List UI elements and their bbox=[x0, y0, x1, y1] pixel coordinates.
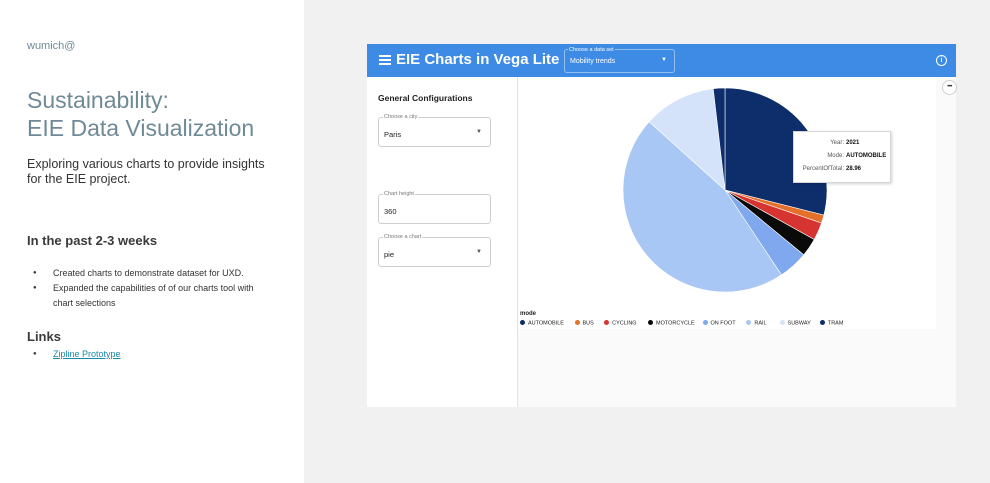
legend-label: ON FOOT bbox=[710, 320, 736, 327]
legend-swatch bbox=[520, 320, 525, 325]
author-label: wumich@ bbox=[27, 40, 76, 52]
config-sidebar: General Configurations Choose a city Par… bbox=[367, 77, 518, 407]
dataset-select-label: Choose a data set bbox=[568, 47, 615, 53]
title-line-1: Sustainability: bbox=[27, 87, 169, 113]
tooltip-year-key: Year: bbox=[830, 140, 844, 146]
app-bar: EIE Charts in Vega Lite Choose a data se… bbox=[367, 44, 956, 77]
legend-swatch bbox=[574, 320, 580, 325]
chart-height-label: Chart height bbox=[383, 191, 415, 197]
section-heading-links: Links bbox=[27, 329, 61, 344]
tooltip-pct-key: PercentOfTotal: bbox=[802, 166, 844, 172]
city-select[interactable]: Choose a city Paris ▼ bbox=[378, 114, 491, 147]
legend-swatch bbox=[648, 320, 653, 325]
legend-item-automobile[interactable]: AUTOMOBILE bbox=[520, 320, 564, 327]
city-select-value: Paris bbox=[384, 130, 402, 139]
title-line-2: EIE Data Visualization bbox=[27, 115, 255, 141]
legend-label: BUS bbox=[582, 320, 594, 327]
legend-item-tram[interactable]: TRAM bbox=[819, 320, 844, 327]
bullet-list: Created charts to demonstrate dataset fo… bbox=[33, 266, 273, 311]
legend-label: RAIL bbox=[754, 320, 767, 327]
chevron-down-icon: ▼ bbox=[476, 129, 482, 135]
legend-item-cycling[interactable]: CYCLING bbox=[604, 320, 637, 327]
legend-item-on-foot[interactable]: ON FOOT bbox=[702, 320, 736, 327]
menu-icon[interactable] bbox=[379, 55, 391, 65]
tooltip-pct-value: 28.96 bbox=[846, 166, 862, 172]
chevron-down-icon: ▼ bbox=[661, 57, 667, 63]
pie-chart bbox=[622, 87, 828, 293]
legend-swatch bbox=[819, 320, 825, 325]
chart-tooltip: Year: 2021 Mode: AUTOMOBILE PercentOfTot… bbox=[793, 131, 891, 183]
dataset-select-value: Mobility trends bbox=[570, 58, 616, 65]
legend-label: AUTOMOBILE bbox=[528, 320, 564, 327]
tooltip-mode-key: Mode: bbox=[827, 153, 844, 159]
chart-height-value: 360 bbox=[384, 207, 397, 216]
slide-subtitle: Exploring various charts to provide insi… bbox=[27, 157, 265, 186]
chart-type-select[interactable]: Choose a chart pie ▼ bbox=[378, 234, 491, 267]
legend-item-subway[interactable]: SUBWAY bbox=[779, 320, 811, 327]
legend-swatch bbox=[779, 320, 785, 325]
chart-height-field[interactable]: Chart height 360 bbox=[378, 191, 491, 224]
bullet-item: Expanded the capabilities of of our char… bbox=[33, 281, 273, 311]
legend-swatch bbox=[604, 320, 610, 325]
legend-swatch bbox=[702, 320, 708, 325]
sidebar-title: General Configurations bbox=[378, 93, 473, 103]
chevron-down-icon: ▼ bbox=[476, 249, 482, 255]
link-item: Zipline Prototype bbox=[33, 347, 273, 362]
legend-item-motorcycle[interactable]: MOTORCYCLE bbox=[648, 320, 695, 327]
section-heading-past: In the past 2-3 weeks bbox=[27, 233, 158, 248]
links-list: Zipline Prototype bbox=[33, 347, 273, 362]
app-title: EIE Charts in Vega Lite bbox=[396, 51, 560, 68]
chart-type-value: pie bbox=[384, 250, 395, 259]
more-actions-button[interactable]: ••• bbox=[942, 80, 957, 95]
legend-title: mode bbox=[520, 311, 537, 317]
tooltip-year-value: 2021 bbox=[846, 140, 860, 146]
city-select-label: Choose a city bbox=[383, 114, 419, 120]
tooltip-mode-value: AUTOMOBILE bbox=[846, 153, 887, 159]
legend-label: MOTORCYCLE bbox=[656, 320, 695, 327]
legend-label: TRAM bbox=[827, 320, 844, 327]
dataset-select[interactable]: Choose a data set Mobility trends ▼ bbox=[564, 47, 675, 73]
legend-label: CYCLING bbox=[612, 320, 637, 327]
slide-panel: wumich@ Sustainability: EIE Data Visuali… bbox=[0, 0, 304, 483]
chart-area bbox=[518, 77, 936, 329]
chart-panel: ••• bbox=[518, 77, 957, 407]
app-window: EIE Charts in Vega Lite Choose a data se… bbox=[367, 44, 957, 407]
legend-item-bus[interactable]: BUS bbox=[574, 320, 594, 327]
legend-label: SUBWAY bbox=[787, 320, 811, 327]
bullet-item: Created charts to demonstrate dataset fo… bbox=[33, 266, 273, 281]
chart-type-label: Choose a chart bbox=[383, 234, 423, 240]
info-icon[interactable]: i bbox=[936, 55, 947, 66]
legend-item-rail[interactable]: RAIL bbox=[746, 320, 767, 327]
slide-title: Sustainability: EIE Data Visualization bbox=[27, 86, 254, 142]
zipline-prototype-link[interactable]: Zipline Prototype bbox=[53, 349, 121, 359]
legend-swatch bbox=[746, 320, 752, 325]
